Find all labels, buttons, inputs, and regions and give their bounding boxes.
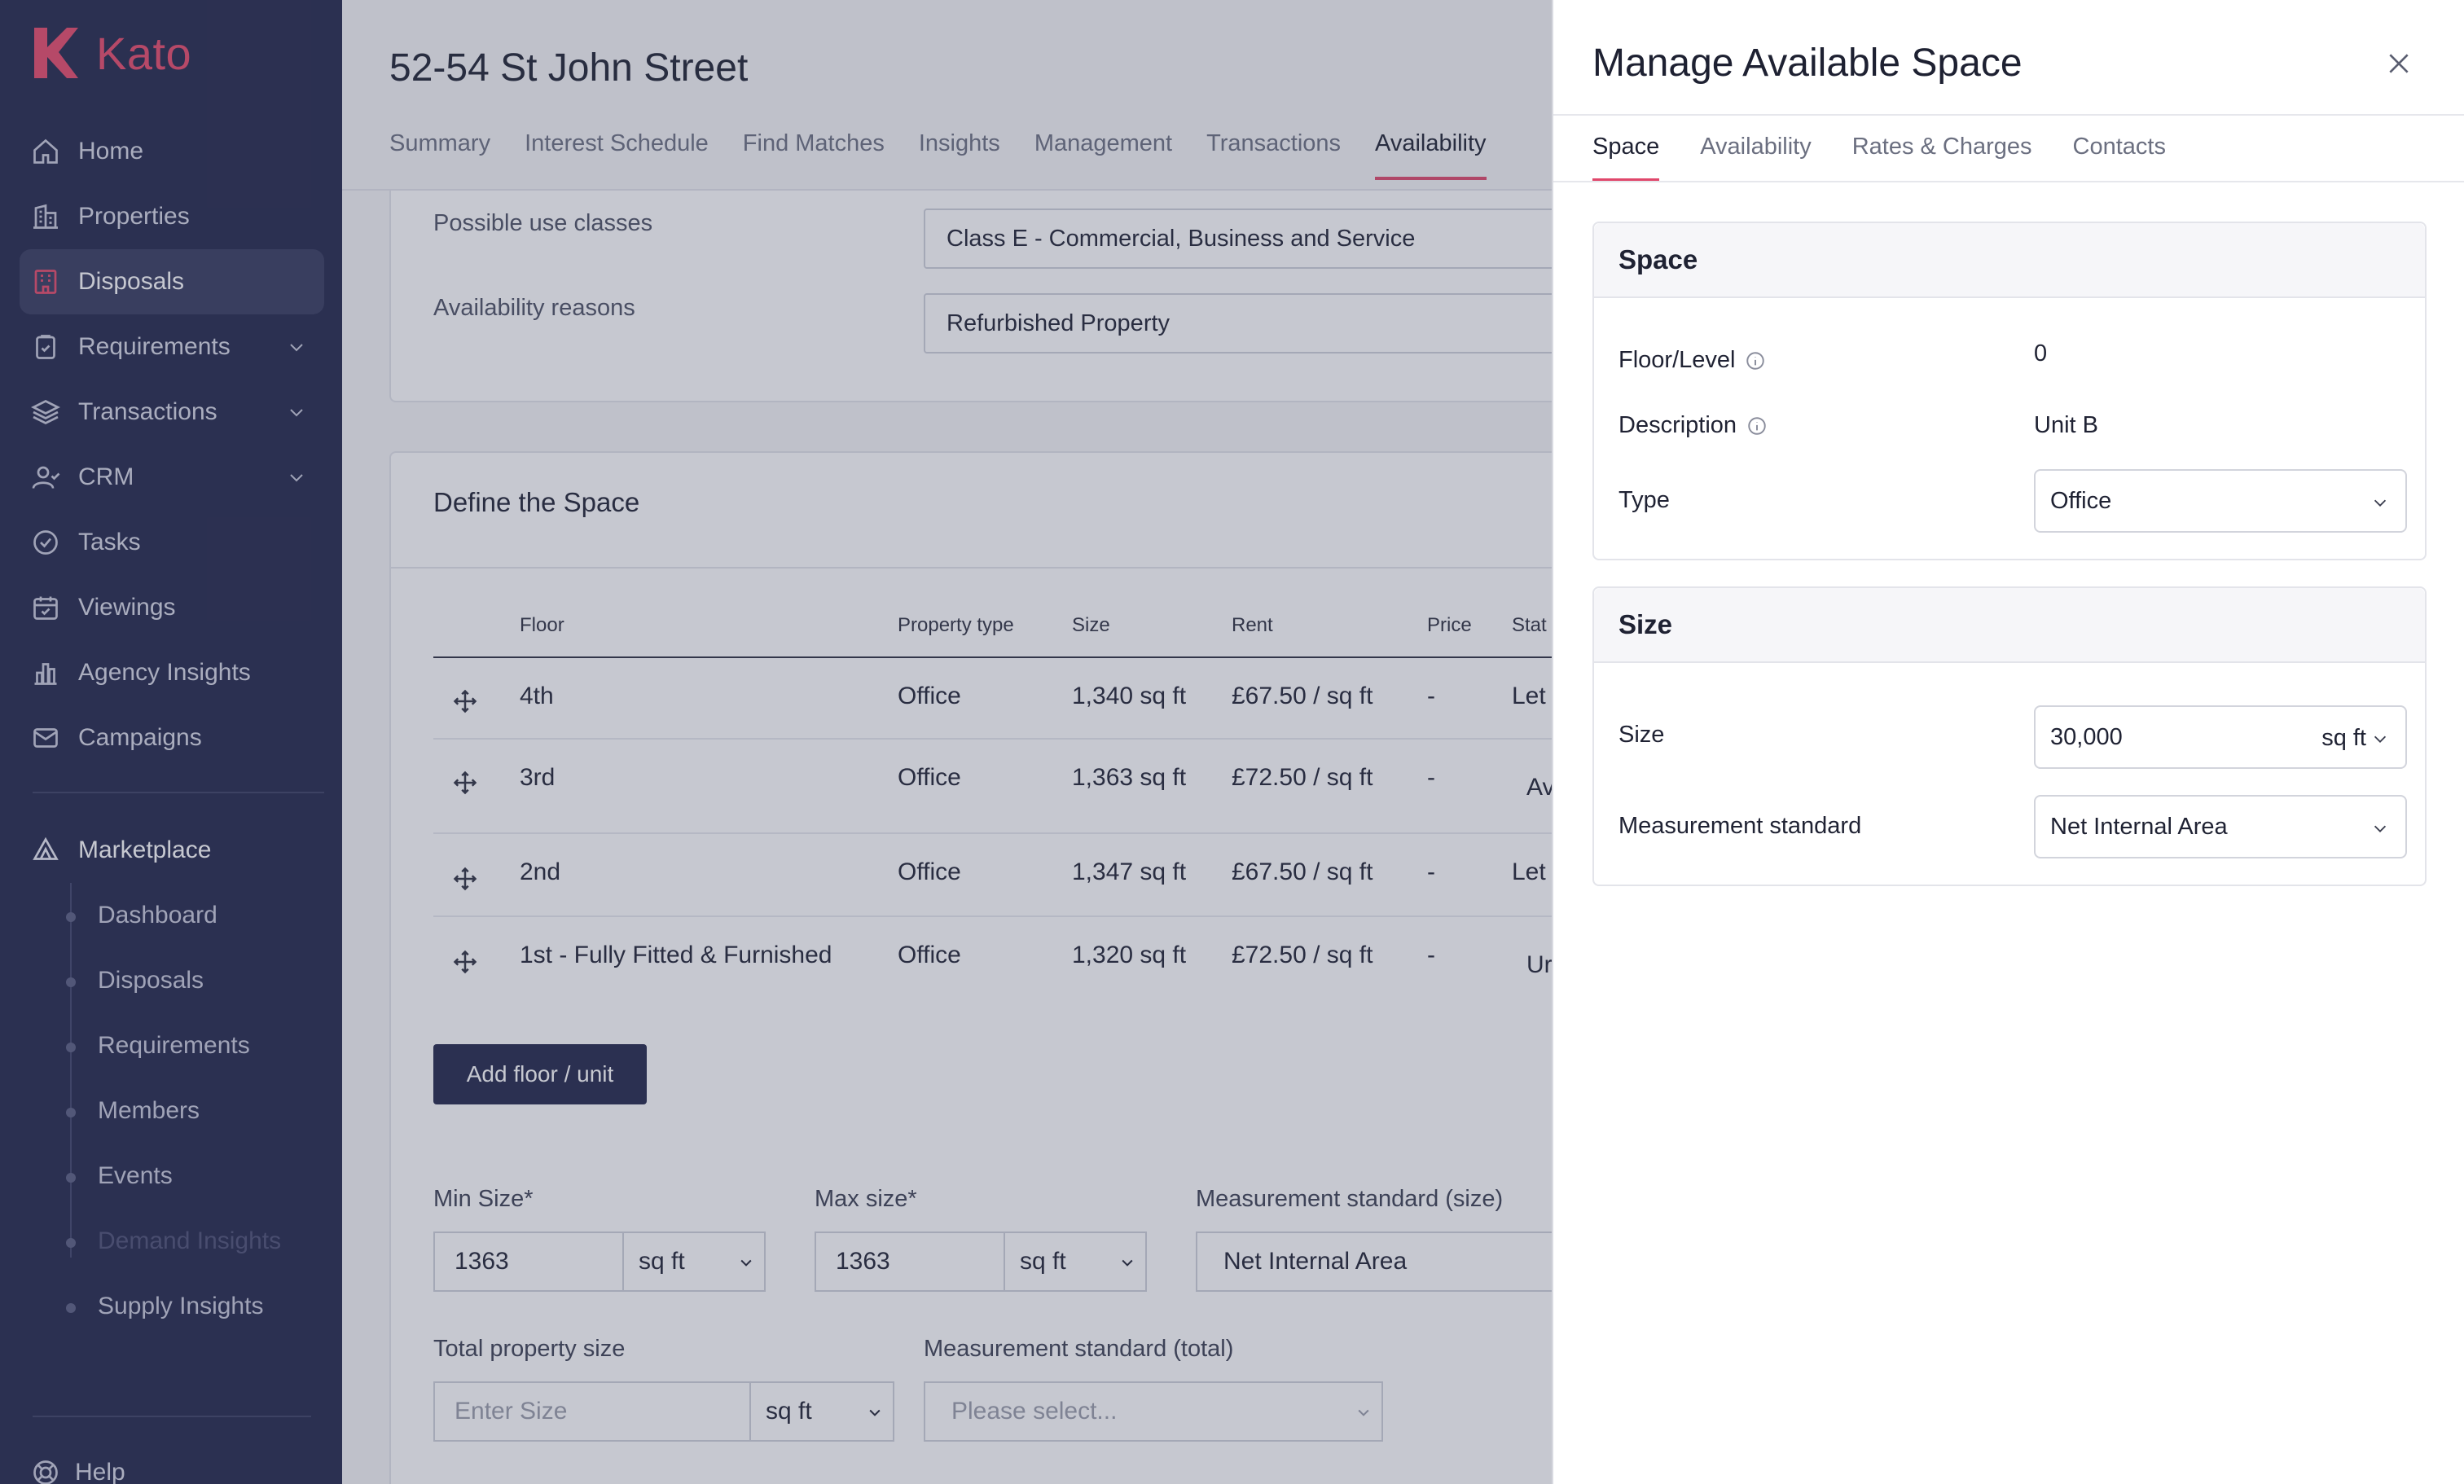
size-panel: Size Size 30,000 sq ft Measurement stand… xyxy=(1592,586,2427,886)
modal-backdrop[interactable] xyxy=(0,0,1552,1484)
info-icon[interactable] xyxy=(1746,415,1768,437)
label-text: Measurement standard xyxy=(1619,813,1862,839)
label-text: Description xyxy=(1619,412,1737,438)
space-panel-title: Space xyxy=(1594,223,2425,298)
size-value: 30,000 xyxy=(2050,723,2123,750)
select-value: Office xyxy=(2050,487,2112,514)
drawer-title: Manage Available Space xyxy=(1592,42,2023,85)
chevron-down-icon xyxy=(2374,825,2387,832)
drawer-tab-space[interactable]: Space xyxy=(1592,134,1660,182)
chevron-down-icon xyxy=(2374,499,2387,507)
label-text: Floor/Level xyxy=(1619,347,1736,373)
size-label: Size xyxy=(1619,722,1664,749)
drawer-tab-availability[interactable]: Availability xyxy=(1700,134,1811,182)
drawer-tab-contacts[interactable]: Contacts xyxy=(2073,134,2166,182)
floor-level-value: 0 xyxy=(2034,340,2048,367)
info-icon[interactable] xyxy=(1745,350,1766,371)
manage-space-drawer: Manage Available Space Space Availabilit… xyxy=(1552,0,2464,1484)
close-icon[interactable] xyxy=(2386,50,2412,77)
space-panel: Space Floor/Level 0 Description Unit B T… xyxy=(1592,222,2427,560)
description-value: Unit B xyxy=(2034,412,2098,438)
description-label: Description xyxy=(1619,412,1768,439)
drawer-tab-rates-charges[interactable]: Rates & Charges xyxy=(1852,134,2032,182)
type-label: Type xyxy=(1619,487,1670,514)
measurement-standard-select[interactable]: Net Internal Area xyxy=(2034,795,2407,858)
floor-level-label: Floor/Level xyxy=(1619,347,1766,374)
drawer-tabs-divider xyxy=(1553,181,2464,182)
size-input[interactable]: 30,000 sq ft xyxy=(2034,705,2407,769)
label-text: Type xyxy=(1619,487,1670,513)
select-value: Net Internal Area xyxy=(2050,813,2228,840)
size-panel-title: Size xyxy=(1594,588,2425,663)
drawer-header-divider xyxy=(1553,114,2464,116)
drawer-tabs: Space Availability Rates & Charges Conta… xyxy=(1592,134,2166,182)
label-text: Size xyxy=(1619,722,1665,748)
size-unit[interactable]: sq ft xyxy=(2321,725,2366,752)
measurement-standard-label: Measurement standard xyxy=(1619,813,1861,840)
chevron-down-icon[interactable] xyxy=(2371,730,2389,748)
type-select[interactable]: Office xyxy=(2034,469,2407,533)
